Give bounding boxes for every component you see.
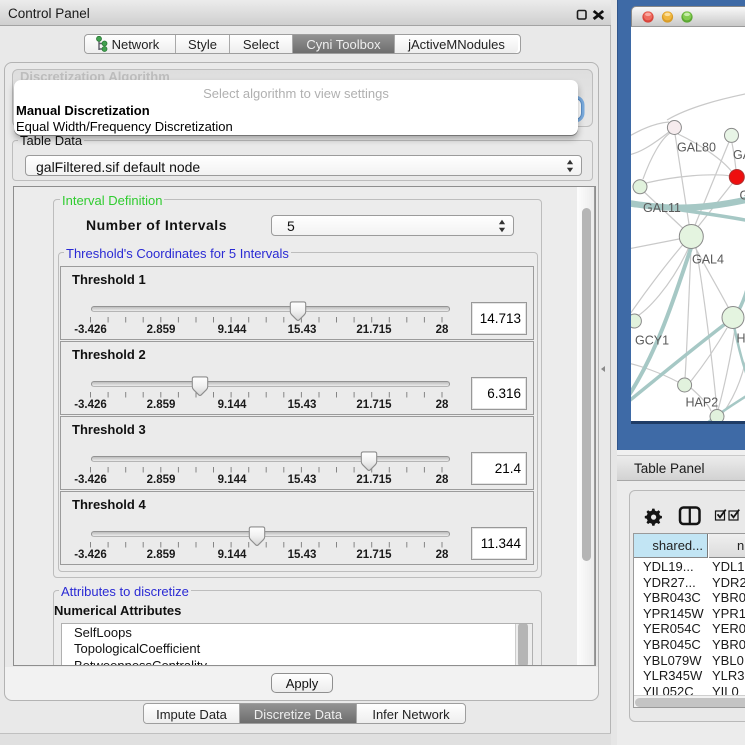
svg-text:H: H (737, 332, 745, 346)
svg-text:HAP2: HAP2 (686, 396, 719, 410)
svg-text:GCY1: GCY1 (635, 334, 669, 348)
svg-text:GA: GA (733, 148, 745, 162)
svg-text:GAL11: GAL11 (643, 201, 681, 215)
svg-text:GAL80: GAL80 (677, 141, 716, 155)
svg-text:G: G (740, 189, 745, 203)
svg-text:GAL4: GAL4 (692, 253, 724, 267)
